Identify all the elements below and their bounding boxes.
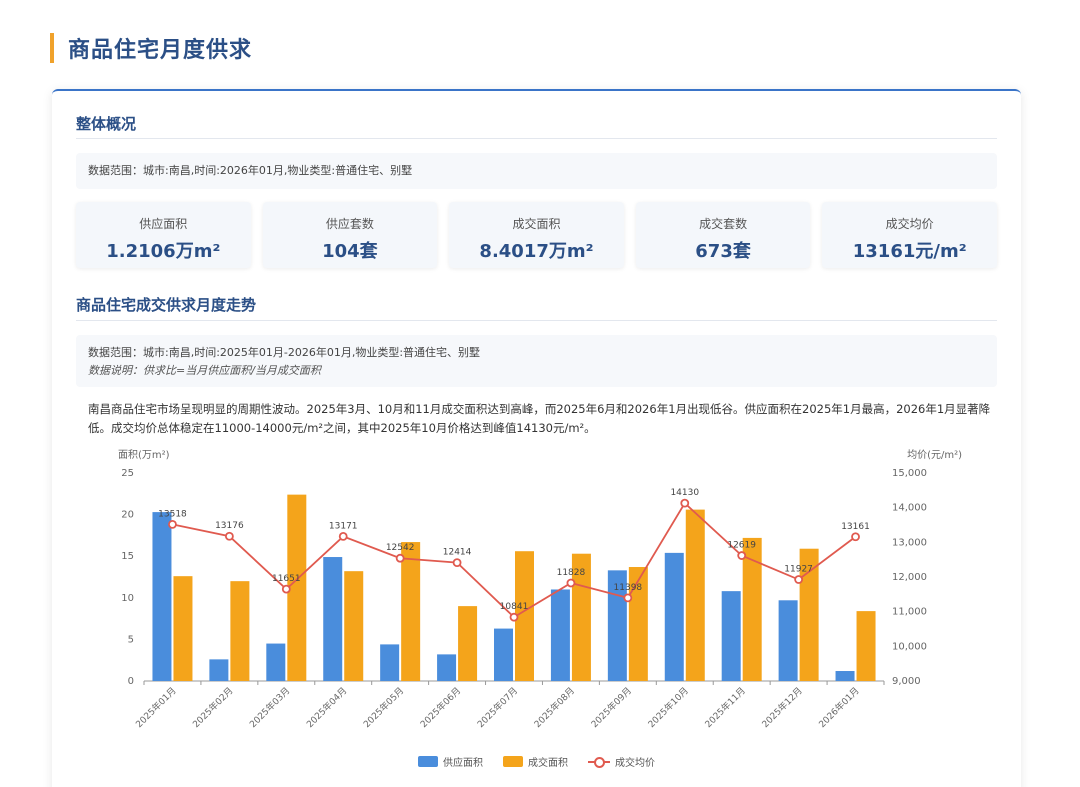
bar-deal-area — [685, 509, 705, 681]
y-tick-right: 14,000 — [892, 503, 927, 514]
data-label-avg-price: 14130 — [670, 488, 699, 498]
y-axis-left-title: 面积(万m²) — [118, 449, 170, 461]
bar-supply-area — [778, 600, 798, 681]
y-axis-right-title: 均价(元/m²) — [907, 449, 962, 461]
data-label-avg-price: 13161 — [841, 522, 870, 532]
point-avg-price — [395, 553, 405, 563]
point-avg-price — [168, 519, 177, 529]
legend-swatch — [588, 756, 610, 768]
y-tick-left: 25 — [121, 468, 134, 479]
x-tick-label: 2025年01月 — [133, 685, 179, 731]
bar-supply-area — [550, 589, 570, 681]
data-label-avg-price: 11651 — [272, 574, 301, 584]
page: 商品住宅月度供求 整体概况 数据范围：城市:南昌,时间:2026年01月,物业类… — [0, 0, 1080, 787]
y-tick-left: 10 — [121, 593, 134, 604]
bar-supply-area — [209, 659, 229, 681]
bar-supply-area — [323, 557, 343, 681]
legend-avg-price[interactable]: 成交均价 — [588, 754, 655, 769]
data-label-avg-price: 10841 — [500, 602, 529, 612]
point-avg-price — [623, 593, 633, 603]
y-tick-left: 20 — [121, 510, 134, 521]
page-header: 商品住宅月度供求 — [50, 33, 252, 63]
point-avg-price — [509, 612, 519, 622]
legend-swatch — [503, 756, 523, 767]
data-label-avg-price: 11828 — [557, 568, 586, 578]
data-label-avg-price: 13171 — [329, 521, 358, 531]
y-tick-right: 15,000 — [892, 468, 927, 479]
legend-label: 供应面积 — [443, 758, 483, 769]
data-label-avg-price: 13176 — [215, 521, 244, 531]
x-tick-label: 2025年03月 — [247, 685, 293, 731]
page-title: 商品住宅月度供求 — [68, 38, 253, 63]
y-tick-right: 9,000 — [892, 676, 921, 687]
bar-deal-area — [230, 581, 250, 681]
point-avg-price — [794, 575, 804, 584]
x-tick-label: 2025年05月 — [361, 685, 407, 731]
x-tick-label: 2025年09月 — [588, 685, 634, 731]
bar-supply-area — [664, 552, 684, 681]
data-label-avg-price: 12542 — [386, 543, 415, 553]
y-tick-left: 5 — [128, 634, 134, 645]
bar-deal-area — [401, 542, 421, 681]
data-label-avg-price: 13518 — [158, 509, 187, 519]
bar-supply-area — [152, 512, 172, 681]
y-tick-right: 13,000 — [892, 537, 927, 548]
legend-swatch — [418, 756, 438, 767]
point-avg-price — [566, 578, 576, 588]
point-avg-price — [737, 551, 747, 560]
bar-supply-area — [835, 671, 855, 681]
legend-supply-area[interactable]: 供应面积 — [418, 754, 483, 769]
x-tick-label: 2025年11月 — [702, 685, 748, 731]
bar-supply-area — [721, 591, 741, 681]
bar-supply-area — [437, 654, 457, 681]
bar-deal-area — [344, 571, 364, 681]
legend-deal-area[interactable]: 成交面积 — [503, 754, 568, 769]
x-tick-label: 2025年12月 — [759, 685, 805, 731]
y-tick-left: 15 — [121, 551, 134, 562]
bar-supply-area — [266, 643, 286, 681]
data-label-avg-price: 11398 — [614, 583, 643, 593]
point-avg-price — [224, 531, 234, 541]
x-tick-label: 2025年02月 — [190, 685, 236, 731]
x-tick-label: 2026年01月 — [816, 685, 862, 731]
legend-label: 成交面积 — [528, 758, 568, 769]
x-tick-label: 2025年06月 — [418, 685, 464, 731]
x-tick-label: 2025年08月 — [532, 685, 578, 731]
point-avg-price — [338, 532, 348, 541]
chart-legend: 供应面积 成交面积 成交均价 — [52, 754, 1021, 769]
legend-label: 成交均价 — [615, 758, 655, 769]
y-tick-right: 12,000 — [892, 572, 927, 583]
x-tick-label: 2025年04月 — [304, 685, 350, 731]
content-card: 整体概况 数据范围：城市:南昌,时间:2026年01月,物业类型:普通住宅、别墅… — [52, 89, 1021, 787]
y-tick-right: 11,000 — [892, 607, 927, 618]
title-accent-bar — [50, 33, 54, 63]
point-avg-price — [851, 532, 860, 542]
x-tick-label: 2025年07月 — [475, 685, 521, 731]
point-avg-price — [680, 498, 690, 508]
bar-deal-area — [173, 576, 193, 681]
point-avg-price — [452, 558, 462, 568]
bar-deal-area — [856, 611, 876, 681]
bar-supply-area — [380, 644, 400, 681]
trend-chart: 面积(万m²) 均价(元/m²) 0 5 10 15 20 25 9,000 10,000 11,0… — [118, 449, 962, 731]
bar-deal-area — [458, 606, 478, 681]
point-avg-price — [281, 584, 291, 594]
data-label-avg-price: 11927 — [784, 565, 813, 575]
data-label-avg-price: 12414 — [443, 548, 472, 558]
data-label-avg-price: 12619 — [727, 541, 756, 551]
bar-supply-area — [494, 628, 513, 681]
y-tick-left: 0 — [128, 676, 134, 687]
y-tick-right: 10,000 — [892, 641, 927, 652]
x-tick-label: 2025年10月 — [645, 685, 691, 731]
